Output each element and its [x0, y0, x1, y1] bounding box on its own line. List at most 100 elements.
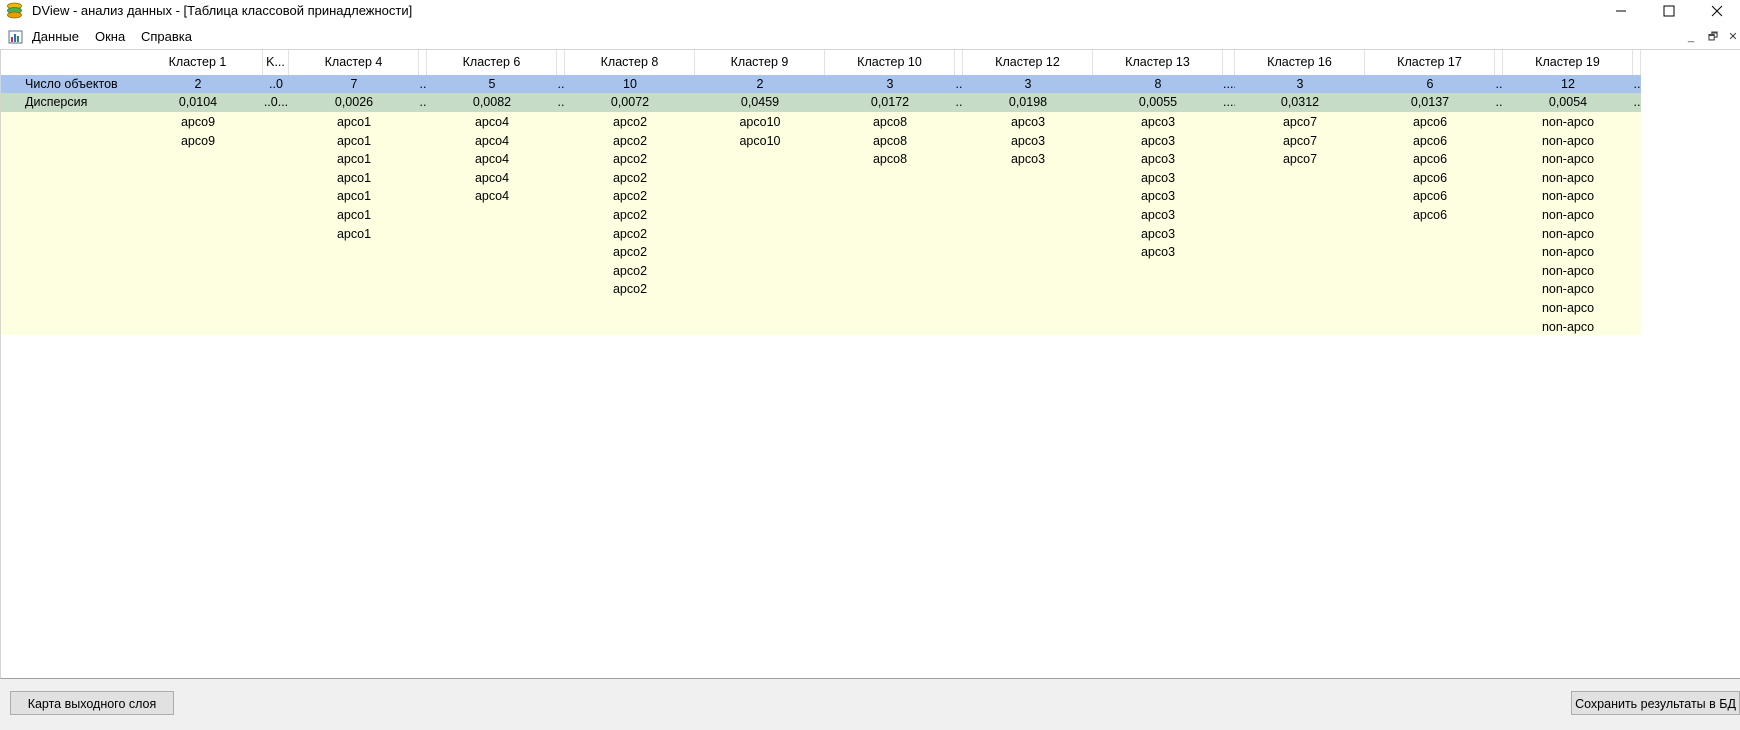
class-item: apco3: [1140, 208, 1176, 222]
class-item: apco3: [1010, 133, 1046, 148]
column-header[interactable]: Кластер 19: [1503, 50, 1633, 75]
class-item: apco8: [872, 133, 908, 148]
dispersion-cell: 0,0172: [870, 95, 910, 109]
window-title: DView - анализ данных - [Таблица классов…: [32, 3, 413, 18]
class-item: non-apco: [1541, 115, 1595, 129]
dispersion-cell: 0,0055: [1138, 95, 1178, 109]
object-count-cell: ..: [955, 77, 963, 91]
class-item: apco7: [1282, 133, 1318, 148]
object-count-label: Число объектов: [25, 77, 118, 91]
object-count-cell: 3: [1296, 77, 1304, 91]
column-header[interactable]: Кластер 6: [427, 50, 557, 75]
menu-windows[interactable]: Окна: [95, 29, 125, 44]
class-item: non-apco: [1541, 170, 1595, 185]
class-item: apco3: [1140, 226, 1176, 241]
column-header[interactable]: Кластер 9: [695, 50, 825, 75]
column-header[interactable]: [557, 50, 565, 75]
dispersion-cell: 0,0026: [334, 95, 374, 109]
class-item: non-apco: [1541, 152, 1595, 167]
column-header[interactable]: K...: [263, 50, 289, 75]
object-count-row: Число объектов 2 ..0 7.. 5.. 10 2 3.. 3 8.... 3 6.…: [1, 75, 1641, 93]
class-item: apco2: [612, 245, 648, 260]
mdi-close-button[interactable]: ✕: [1726, 30, 1740, 44]
class-items-area: apco9 apco9 apco1 apco1 apco1 apco1 apco1 apco1…: [1, 112, 1641, 335]
menu-data[interactable]: Данные: [32, 29, 79, 44]
class-item: apco2: [612, 133, 648, 148]
object-count-cell: 2: [756, 77, 764, 91]
class-item: apco8: [872, 115, 908, 129]
class-item: apco3: [1140, 152, 1176, 167]
class-item: apco3: [1140, 245, 1176, 260]
dispersion-cell: 0,0198: [1008, 95, 1048, 109]
class-item: apco2: [612, 170, 648, 185]
object-count-cell: 10: [623, 77, 637, 91]
class-item: apco2: [612, 189, 648, 204]
minimize-icon: [1616, 10, 1626, 12]
close-icon: [1711, 5, 1723, 17]
class-item: non-apco: [1541, 226, 1595, 241]
class-item: non-apco: [1541, 301, 1595, 315]
save-results-to-db-button[interactable]: Сохранить результаты в БД: [1571, 691, 1740, 715]
class-item: apco4: [474, 170, 510, 185]
menu-help[interactable]: Справка: [141, 29, 192, 44]
class-item: apco2: [612, 263, 648, 278]
dispersion-cell: ....: [1223, 95, 1235, 109]
dview-app-icon: [7, 2, 22, 19]
object-count-cell: ....: [1223, 77, 1235, 91]
class-item: apco10: [739, 115, 781, 129]
column-header[interactable]: Кластер 10: [825, 50, 955, 75]
close-button[interactable]: [1694, 0, 1740, 22]
column-header[interactable]: [1633, 50, 1641, 75]
object-count-cell: 7: [350, 77, 358, 91]
dispersion-cell: 0,0082: [472, 95, 512, 109]
maximize-button[interactable]: [1646, 0, 1692, 22]
class-item: apco1: [336, 133, 372, 148]
dispersion-cell: ..: [1495, 95, 1503, 109]
class-item: apco2: [612, 208, 648, 222]
class-item: apco1: [336, 170, 372, 185]
dispersion-cell: ..: [557, 95, 565, 109]
mdi-restore-button[interactable]: 🗗: [1706, 30, 1720, 44]
output-layer-map-button[interactable]: Карта выходного слоя: [10, 691, 174, 715]
column-header[interactable]: [955, 50, 963, 75]
column-header[interactable]: Кластер 13: [1093, 50, 1223, 75]
class-item: non-apco: [1541, 189, 1595, 204]
column-header[interactable]: Кластер 12: [963, 50, 1093, 75]
column-header[interactable]: [419, 50, 427, 75]
class-item: non-apco: [1541, 282, 1595, 297]
class-item: apco3: [1140, 115, 1176, 129]
column-header[interactable]: Кластер 4: [289, 50, 419, 75]
class-item: apco3: [1010, 115, 1046, 129]
mdi-minimize-button[interactable]: _: [1684, 30, 1698, 44]
class-item: apco2: [612, 282, 648, 297]
dispersion-cell: 0,0137: [1410, 95, 1450, 109]
column-header-row: Кластер 1 K... Кластер 4 Кластер 6 Кластер 8…: [1, 50, 1641, 75]
class-item: apco4: [474, 152, 510, 167]
column-header[interactable]: [1495, 50, 1503, 75]
dispersion-cell: 0,0312: [1280, 95, 1320, 109]
class-item: apco1: [336, 189, 372, 204]
class-item: apco10: [739, 133, 781, 148]
object-count-cell: 5: [488, 77, 496, 91]
title-bar: DView - анализ данных - [Таблица классов…: [0, 0, 1740, 22]
object-count-cell: 6: [1426, 77, 1434, 91]
minimize-button[interactable]: [1598, 0, 1644, 22]
dispersion-cell: ..: [955, 95, 963, 109]
object-count-cell: ..0: [269, 77, 283, 91]
class-item: non-apco: [1541, 133, 1595, 148]
class-item: apco1: [336, 115, 372, 129]
column-header[interactable]: [1223, 50, 1235, 75]
maximize-icon: [1663, 5, 1675, 17]
chart-document-icon: [8, 30, 23, 44]
object-count-cell: 8: [1154, 77, 1162, 91]
column-header[interactable]: Кластер 16: [1235, 50, 1365, 75]
dispersion-label: Дисперсия: [25, 95, 88, 109]
column-header[interactable]: Кластер 1: [133, 50, 263, 75]
class-item: apco9: [180, 115, 216, 129]
class-item: apco6: [1412, 152, 1448, 167]
class-item: apco2: [612, 115, 648, 129]
column-header[interactable]: Кластер 8: [565, 50, 695, 75]
class-item: apco1: [336, 226, 372, 241]
bottom-panel: Карта выходного слоя Сохранить результат…: [0, 679, 1740, 730]
column-header[interactable]: Кластер 17: [1365, 50, 1495, 75]
